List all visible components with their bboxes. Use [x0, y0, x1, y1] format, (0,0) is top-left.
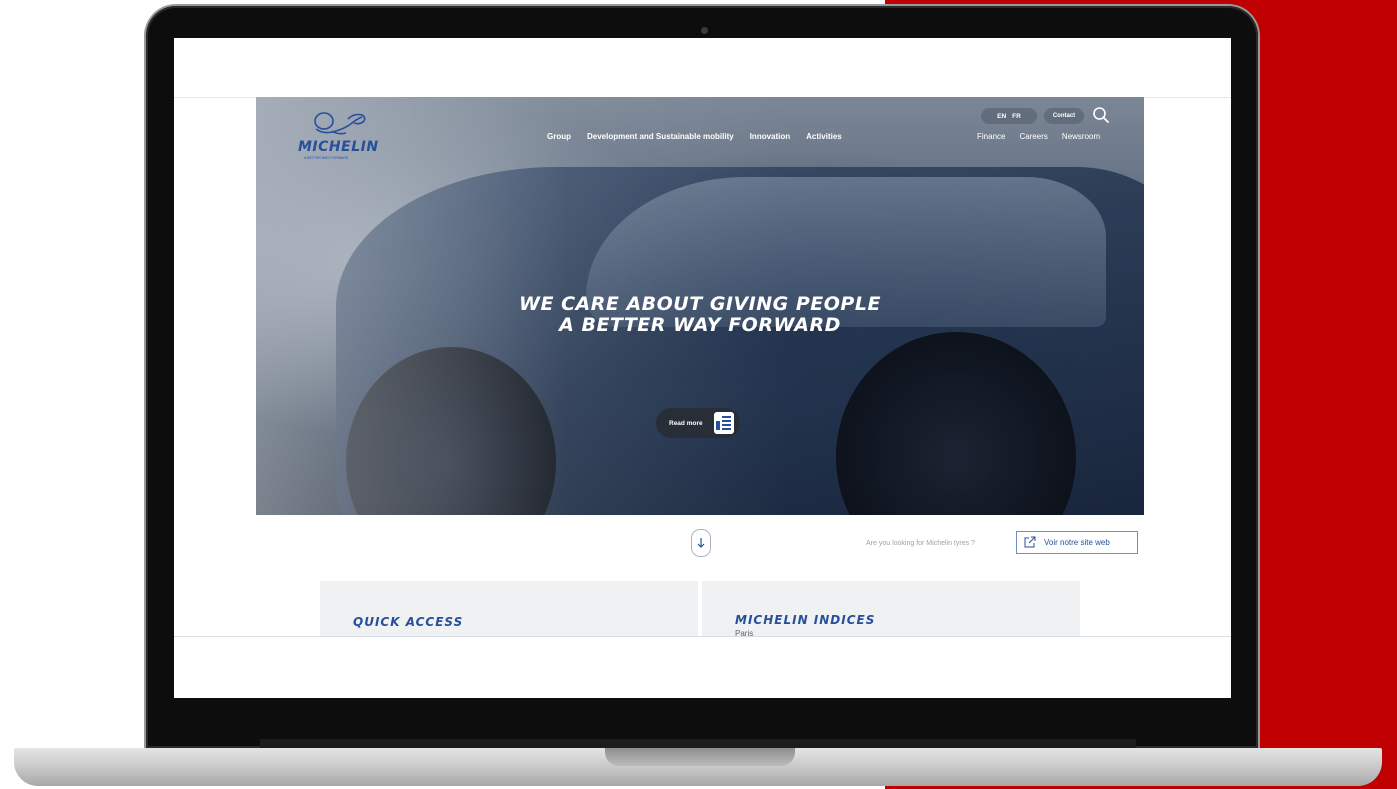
- screen-divider-bottom: [174, 636, 1231, 637]
- quick-access-card: QUICK ACCESS: [320, 581, 698, 641]
- language-switcher: EN FR: [981, 108, 1037, 124]
- utility-navigation: Finance Careers Newsroom: [977, 132, 1100, 141]
- michelin-indices-title: MICHELIN INDICES: [735, 613, 876, 627]
- nav-item-newsroom[interactable]: Newsroom: [1062, 132, 1100, 141]
- nav-item-group[interactable]: Group: [547, 132, 571, 141]
- tyres-question-text: Are you looking for Michelin tyres ?: [866, 540, 975, 547]
- michelin-indices-card: MICHELIN INDICES Paris: [702, 581, 1080, 641]
- hero-headline: WE CARE ABOUT GIVING PEOPLE A BETTER WAY…: [256, 294, 1144, 336]
- scroll-down-button[interactable]: [691, 529, 711, 557]
- lang-fr-button[interactable]: FR: [1012, 113, 1021, 120]
- michelin-logo[interactable]: MICHELIN A BETTER WAY FORWARD: [298, 109, 388, 160]
- search-icon[interactable]: [1092, 106, 1110, 124]
- external-link-icon: [1024, 536, 1036, 548]
- logo-wordmark: MICHELIN: [298, 139, 379, 155]
- lang-en-button[interactable]: EN: [997, 113, 1006, 120]
- visit-website-button[interactable]: Voir notre site web: [1016, 531, 1138, 554]
- laptop-screen: MICHELIN A BETTER WAY FORWARD Group Deve…: [174, 38, 1231, 698]
- main-navigation: Group Development and Sustainable mobili…: [547, 132, 842, 141]
- hero-banner: MICHELIN A BETTER WAY FORWARD Group Deve…: [256, 97, 1144, 515]
- nav-item-innovation[interactable]: Innovation: [750, 132, 790, 141]
- visit-website-label: Voir notre site web: [1044, 538, 1110, 547]
- nav-item-finance[interactable]: Finance: [977, 132, 1005, 141]
- laptop-hinge: [260, 739, 1136, 748]
- laptop-base-notch: [605, 748, 795, 766]
- read-more-label: Read more: [669, 419, 703, 427]
- laptop-camera: [701, 27, 708, 34]
- hero-headline-line1: WE CARE ABOUT GIVING PEOPLE: [519, 293, 881, 315]
- document-icon: [714, 412, 734, 434]
- quick-access-title: QUICK ACCESS: [353, 615, 464, 629]
- bibendum-icon: [314, 112, 366, 135]
- hero-headline-line2: A BETTER WAY FORWARD: [559, 314, 841, 336]
- nav-item-activities[interactable]: Activities: [806, 132, 842, 141]
- logo-tagline: A BETTER WAY FORWARD: [304, 156, 349, 160]
- read-more-button[interactable]: Read more: [656, 408, 740, 438]
- contact-label: Contact: [1052, 113, 1076, 119]
- nav-item-development-sustainable-mobility[interactable]: Development and Sustainable mobility: [587, 132, 734, 141]
- contact-button[interactable]: Contact: [1044, 108, 1084, 124]
- arrow-down-icon: [697, 538, 705, 548]
- screen-lower-area: [174, 637, 1231, 698]
- nav-item-careers[interactable]: Careers: [1019, 132, 1047, 141]
